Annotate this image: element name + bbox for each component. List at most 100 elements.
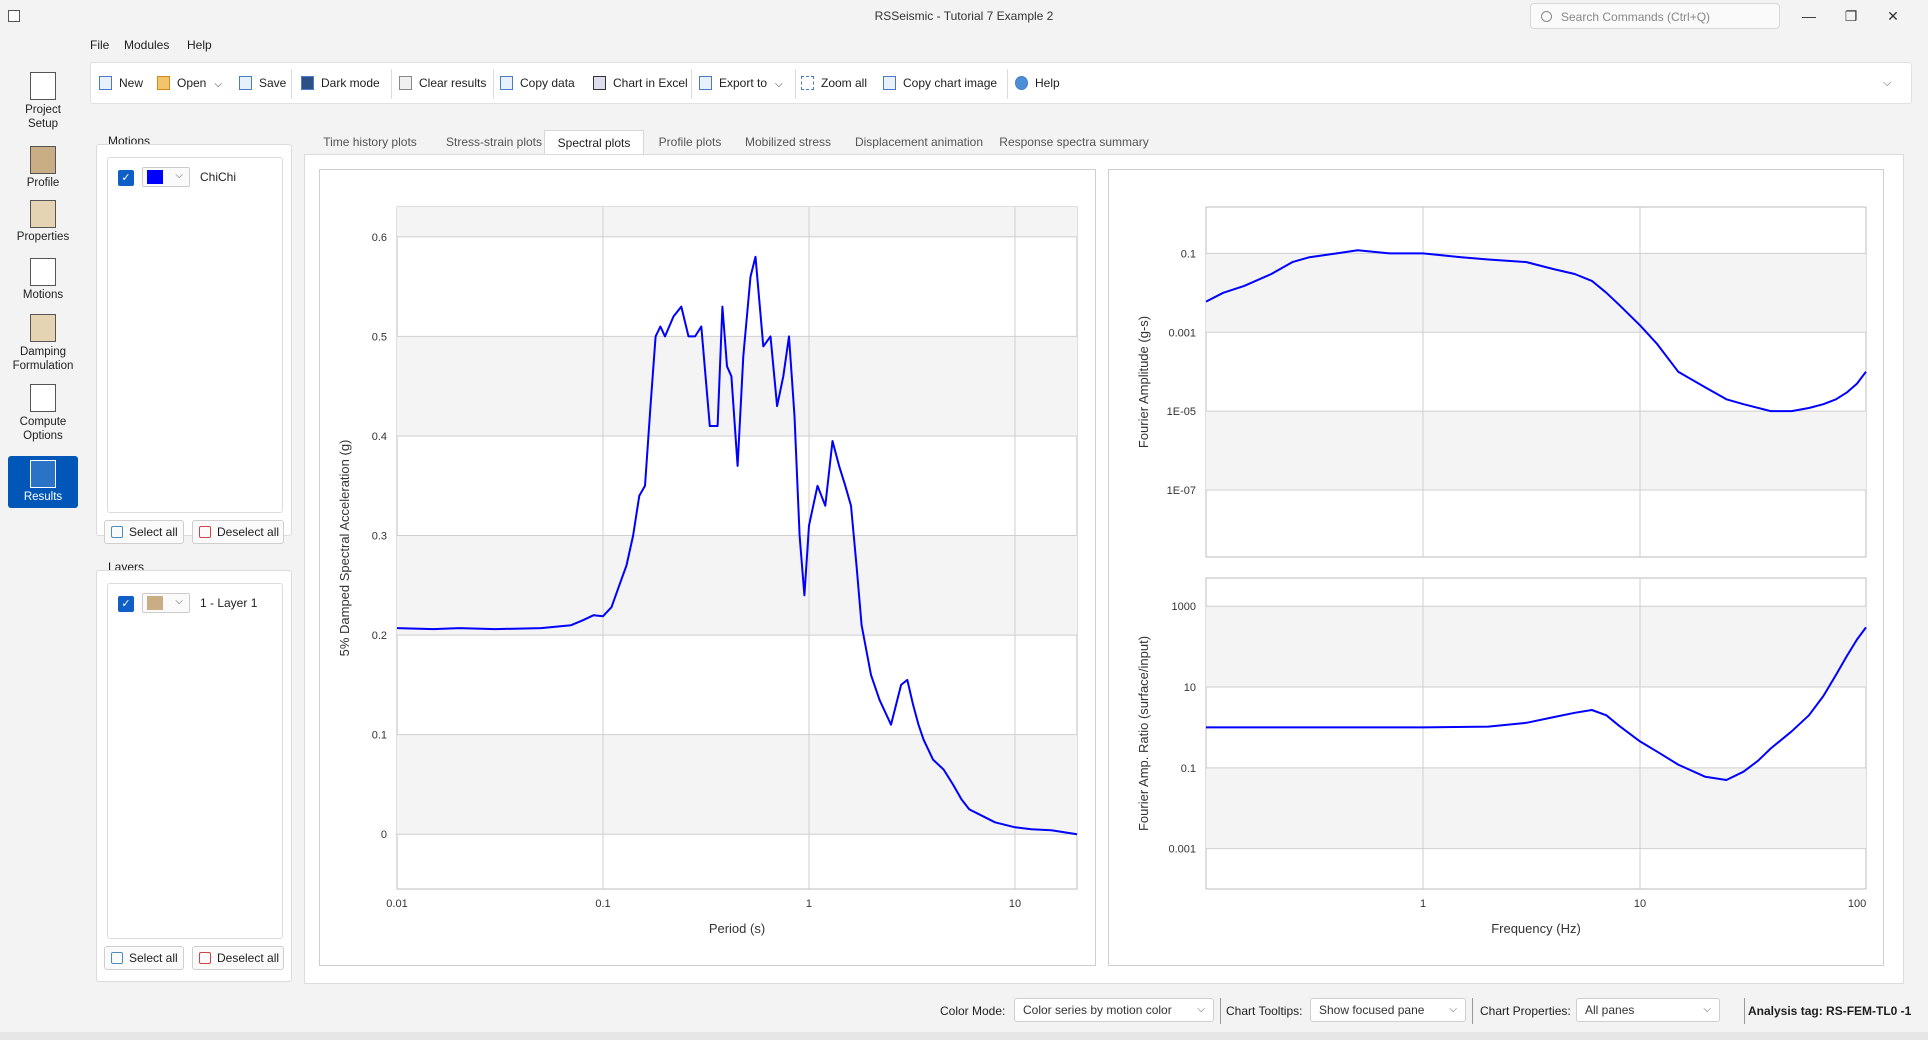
results-icon [30,460,56,488]
status-separator [1744,998,1745,1024]
profile-icon [30,146,56,174]
y-tick-label: 0.6 [372,232,387,244]
chevron-down-icon: ⌵ [1449,1004,1457,1015]
motion-checkbox[interactable]: ✓ [118,170,134,186]
nav-label: Properties [16,231,70,243]
layer-color-picker[interactable]: ⌵ [142,593,190,613]
tab-response-spectra-summary[interactable]: Response spectra summary [994,130,1154,154]
tab-displacement-animation[interactable]: Displacement animation [844,130,994,154]
y-tick-label: 1E-05 [1167,406,1196,418]
x-tick-label: 10 [1009,898,1021,910]
menu-modules[interactable]: Modules [124,38,169,52]
zoom-all-button[interactable]: Zoom all [801,63,867,103]
export-to-button[interactable]: Export to ⌵ [699,63,783,103]
chevron-down-icon: ⌵ [175,596,183,607]
maximize-button[interactable]: ❐ [1828,0,1874,32]
x-tick-label: 0.01 [386,898,407,910]
search-placeholder: Search Commands (Ctrl+Q) [1561,10,1711,24]
fourier-chart-pane[interactable]: 0.1 0.001 1E-05 1E-07 Fourier Amplitude (g-s… [1108,169,1884,966]
y-tick-label: 0.1 [1181,763,1196,775]
chart-in-excel-button[interactable]: Chart in Excel [593,63,688,103]
dark-mode-icon [301,76,314,90]
nav-motions[interactable]: Motions [8,256,78,312]
new-file-icon [99,76,112,90]
layers-deselect-all-button[interactable]: Deselect all [192,946,284,970]
copy-data-button[interactable]: Copy data [500,63,575,103]
color-mode-dropdown[interactable]: Color series by motion color ⌵ [1014,998,1214,1022]
compute-icon [30,384,56,412]
nav-label: Damping Formulation [12,346,74,372]
title-bar: RSSeismic - Tutorial 7 Example 2 Search … [0,0,1928,32]
color-swatch [147,170,163,184]
motions-select-all-button[interactable]: Select all [104,520,184,544]
dark-mode-button[interactable]: Dark mode [301,63,380,103]
copy-chart-image-button[interactable]: Copy chart image [883,63,997,103]
grid-band [1206,767,1866,849]
search-commands-input[interactable]: Search Commands (Ctrl+Q) [1530,3,1780,29]
status-separator [1472,998,1473,1024]
layer-checkbox[interactable]: ✓ [118,596,134,612]
toolbar-separator [493,69,494,99]
y-axis-label: Fourier Amplitude (g-s) [1136,316,1151,448]
content-scrollbar[interactable] [1912,154,1922,984]
clear-results-button[interactable]: Clear results [399,63,486,103]
search-icon [1541,11,1552,22]
tab-stress-strain-plots[interactable]: Stress-strain plots [434,130,554,154]
list-item: ✓ ⌵ ChiChi [108,158,284,188]
save-icon [239,76,252,90]
analysis-tag: Analysis tag: RS-FEM-TL0 -1 [1748,1004,1912,1018]
y-tick-label: 0.001 [1168,844,1196,856]
layer-name: 1 - Layer 1 [200,596,258,610]
spectral-acceleration-chart: 0 0.1 0.2 0.3 0.4 0.5 0.6 0.01 0.1 1 10 5% Damped S… [337,206,1078,936]
open-button[interactable]: Open ⌵ [157,63,222,103]
new-button[interactable]: New [99,63,143,103]
nav-label: Results [23,491,63,503]
motions-group: ✓ ⌵ ChiChi [96,144,292,536]
nav-label: Motions [22,289,64,301]
motion-color-picker[interactable]: ⌵ [142,167,190,187]
menu-file[interactable]: File [90,38,109,52]
layers-select-all-button[interactable]: Select all [104,946,184,970]
spectral-acceleration-chart-pane[interactable]: 0 0.1 0.2 0.3 0.4 0.5 0.6 0.01 0.1 1 10 5% Damped S… [319,169,1096,966]
help-button[interactable]: Help [1015,63,1060,103]
save-button[interactable]: Save [239,63,286,103]
toolbar-separator [795,69,796,99]
tab-mobilized-stress[interactable]: Mobilized stress [732,130,844,154]
nav-properties[interactable]: Properties [8,198,78,254]
copy-image-icon [883,76,896,90]
nav-compute-options[interactable]: Compute Options [8,382,78,448]
tab-time-history-plots[interactable]: Time history plots [306,130,434,154]
nav-project-setup[interactable]: Project Setup [8,66,78,140]
nav-profile[interactable]: Profile [8,144,78,196]
tab-spectral-plots[interactable]: Spectral plots [544,130,644,154]
motions-icon [30,258,56,286]
motions-deselect-all-button[interactable]: Deselect all [192,520,284,544]
chart-properties-dropdown[interactable]: All panes ⌵ [1576,998,1720,1022]
close-button[interactable]: ✕ [1870,0,1916,32]
deselect-all-icon [199,526,211,538]
x-axis-label: Period (s) [709,921,765,936]
menu-help[interactable]: Help [187,38,212,52]
nav-label: Compute Options [19,416,67,442]
toolbar-separator [1007,69,1008,99]
select-all-icon [111,526,123,538]
toolbar-collapse-chevron-icon[interactable]: ⌵ [1883,63,1891,103]
chevron-down-icon: ⌵ [175,170,183,181]
grid-band [397,207,1077,237]
grid-band [397,336,1077,436]
tab-profile-plots[interactable]: Profile plots [646,130,734,154]
folder-icon [157,76,170,90]
y-axis-label: 5% Damped Spectral Acceleration (g) [337,440,352,657]
status-separator [1220,998,1221,1024]
chart-properties-label: Chart Properties: [1480,1004,1571,1018]
chart-tooltips-dropdown[interactable]: Show focused pane ⌵ [1310,998,1466,1022]
nav-label: Profile [26,177,60,189]
damping-icon [30,314,56,342]
chart-tooltips-label: Chart Tooltips: [1226,1004,1303,1018]
x-tick-label: 100 [1848,898,1866,910]
help-icon [1015,76,1028,90]
nav-results[interactable]: Results [8,456,78,508]
nav-damping-formulation[interactable]: Damping Formulation [8,312,78,378]
select-all-icon [111,952,123,964]
minimize-button[interactable]: — [1786,0,1832,32]
